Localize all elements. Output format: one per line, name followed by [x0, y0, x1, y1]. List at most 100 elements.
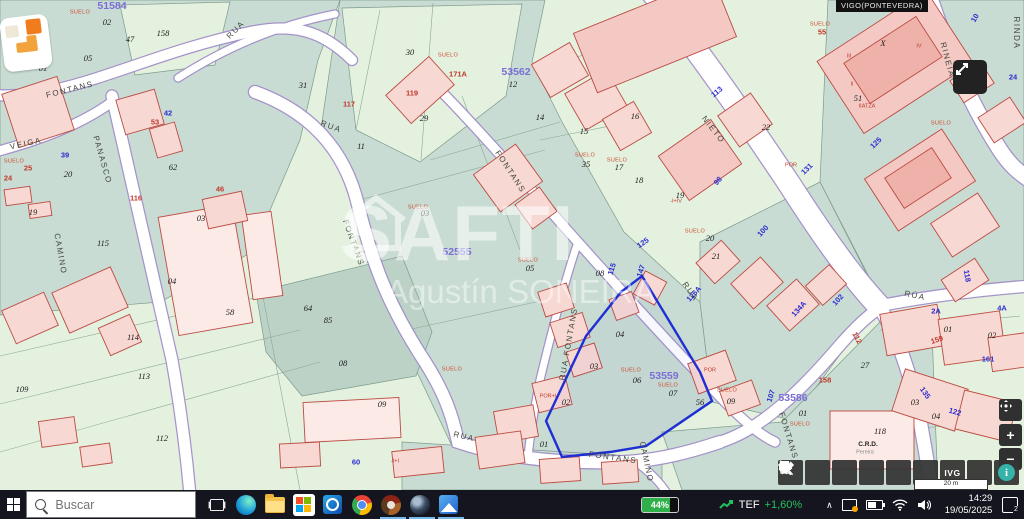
map-label: IV — [916, 44, 921, 50]
tray-expand-icon[interactable]: ∧ — [826, 500, 833, 511]
map-label: 102 — [831, 293, 845, 307]
notification-center-button[interactable]: 2 — [1002, 497, 1018, 513]
map-label: 39 — [61, 151, 69, 159]
map-label: 115 — [97, 239, 109, 248]
map-label: 20 — [706, 234, 715, 243]
map-label: 118 — [874, 427, 886, 436]
battery-percent-widget[interactable]: 44% — [641, 497, 679, 513]
taskbar-search[interactable] — [26, 491, 196, 518]
clock-date: 19/05/2025 — [945, 505, 993, 517]
map-label: 02 — [988, 331, 997, 340]
map-label: X — [880, 39, 885, 48]
map-label: 01 — [799, 409, 808, 418]
zoom-search-button[interactable] — [805, 460, 830, 485]
wifi-icon[interactable] — [892, 498, 908, 511]
map-label: 30 — [406, 48, 415, 57]
taskbar-app-chrome-profile[interactable] — [376, 490, 405, 519]
earth-cursor-icon — [778, 460, 793, 475]
taskbar-app-chrome[interactable] — [347, 490, 376, 519]
speaker-icon[interactable] — [917, 499, 931, 511]
map-label: 125 — [869, 136, 883, 150]
measure-button[interactable] — [859, 460, 884, 485]
map-label: RUA — [319, 120, 342, 135]
map-label: 158 — [819, 376, 832, 384]
map-label: 53562 — [501, 67, 530, 78]
scale-bar: 20 m — [914, 479, 988, 490]
taskbar-app-edge[interactable] — [231, 490, 260, 519]
map-label: 03 — [590, 362, 599, 371]
map-label: FONTANS — [777, 411, 799, 460]
map-label: 03 — [421, 209, 430, 218]
map-label: 53559 — [649, 371, 678, 382]
fullscreen-button[interactable] — [953, 60, 987, 94]
taskbar-clock[interactable]: 14:29 19/05/2025 — [945, 493, 993, 517]
map-label: 112 — [851, 331, 863, 345]
cadastral-map[interactable]: 5158453562525555355953586FONTANSVEIGAPAN… — [0, 0, 1024, 490]
map-label: 10 — [970, 13, 981, 24]
map-label: SUELO — [70, 10, 90, 16]
map-label: 31 — [299, 81, 308, 90]
info-button[interactable]: i — [994, 460, 1019, 485]
print-button[interactable] — [886, 460, 911, 485]
map-label: -I+IV — [670, 199, 682, 205]
map-label: SUELO — [810, 22, 830, 28]
taskbar-app-file-explorer[interactable] — [260, 490, 289, 519]
map-label: 15 — [580, 127, 589, 136]
map-label: SUELO — [438, 53, 458, 59]
map-label: RUA — [453, 430, 476, 443]
map-label: 14 — [536, 113, 545, 122]
zoom-in-button[interactable]: + — [999, 424, 1022, 446]
layers-button[interactable] — [832, 460, 857, 485]
map-label: 25 — [24, 164, 32, 172]
taskbar-app-outlook[interactable] — [318, 490, 347, 519]
map-label: 12 — [509, 80, 518, 89]
map-label: 02 — [562, 398, 571, 407]
map-label: IIATZA — [859, 104, 876, 110]
map-label: 05 — [84, 54, 93, 63]
search-icon — [35, 499, 46, 510]
taskbar-app-store[interactable] — [289, 490, 318, 519]
search-input[interactable] — [53, 497, 187, 513]
battery-icon[interactable] — [866, 500, 883, 510]
map-label: 02 — [103, 18, 112, 27]
tray-app-icon[interactable] — [842, 499, 857, 511]
map-label: SUELO — [658, 383, 678, 389]
map-label: 22 — [762, 123, 771, 132]
map-label: 19 — [676, 191, 685, 200]
map-label: SUELO — [931, 121, 951, 127]
map-label: 35 — [582, 160, 591, 169]
map-label: 20 — [64, 170, 73, 179]
map-label: 04 — [168, 277, 177, 286]
info-icon: i — [998, 464, 1015, 481]
map-label: FONTANS — [341, 219, 365, 268]
map-label: 51584 — [97, 1, 126, 12]
map-label: 118 — [962, 269, 971, 282]
photos-icon — [439, 495, 458, 514]
trend-up-icon — [719, 500, 734, 510]
pan-button[interactable] — [999, 399, 1022, 421]
map-label: 113 — [138, 372, 150, 381]
clock-time: 14:29 — [945, 493, 993, 505]
map-label: NIETO — [700, 115, 726, 145]
map-label: 171A — [449, 70, 467, 78]
map-label: SUELO — [518, 258, 538, 264]
task-view-button[interactable] — [202, 490, 231, 519]
map-label: SUELO — [408, 205, 428, 211]
notification-badge: 2 — [1013, 506, 1018, 513]
stock-ticker[interactable]: TEF +1,60% — [719, 499, 802, 511]
map-label: 122 — [948, 407, 962, 417]
taskbar-app-game[interactable] — [405, 490, 434, 519]
windows-logo-icon — [7, 498, 20, 511]
map-label: 06 — [633, 376, 642, 385]
map-label: 161 — [982, 355, 995, 363]
taskbar-app-photos[interactable] — [434, 490, 463, 519]
map-label: 27 — [861, 361, 870, 370]
map-label: 09 — [378, 400, 387, 409]
map-label: 24 — [4, 174, 12, 182]
map-label: II — [850, 82, 853, 88]
map-label: CAMINO — [638, 441, 654, 483]
taskbar: 44% TEF +1,60% ∧ 14:29 19/05/2025 2 — [0, 490, 1024, 519]
chrome-icon — [352, 495, 372, 515]
start-button[interactable] — [0, 490, 26, 519]
region-label: VIGO(PONTEVEDRA) — [836, 0, 928, 12]
